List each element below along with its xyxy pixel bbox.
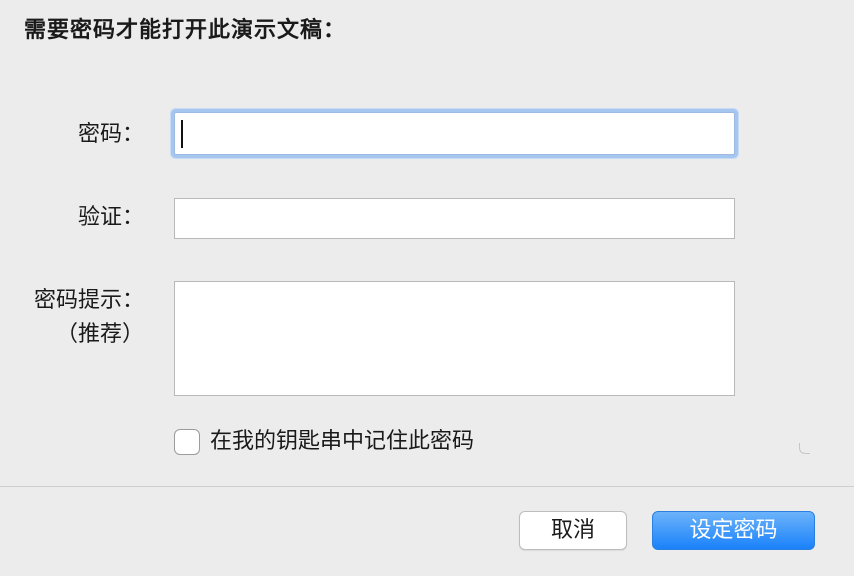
password-hint-textarea[interactable] xyxy=(174,281,735,396)
password-hint-label-line1: 密码提示： xyxy=(33,288,144,313)
dialog-title: 需要密码才能打开此演示文稿： xyxy=(24,18,347,43)
keychain-checkbox-label[interactable]: 在我的钥匙串中记住此密码 xyxy=(210,427,474,457)
password-hint-label: 密码提示： （推荐） xyxy=(14,284,144,352)
password-dialog: 需要密码才能打开此演示文稿： 密码： 验证： 密码提示： （推荐） 在我的钥匙串… xyxy=(0,0,854,576)
password-hint-label-line2: （推荐） xyxy=(55,322,144,347)
resize-grip-icon xyxy=(799,443,810,454)
verify-label: 验证： xyxy=(77,205,144,230)
keychain-checkbox-row[interactable]: 在我的钥匙串中记住此密码 xyxy=(174,426,474,458)
verify-input[interactable] xyxy=(174,198,735,239)
password-input[interactable] xyxy=(174,112,735,155)
password-label: 密码： xyxy=(77,122,144,147)
cancel-button[interactable]: 取消 xyxy=(519,511,627,550)
footer-divider xyxy=(0,486,854,487)
keychain-checkbox[interactable] xyxy=(174,429,200,455)
set-password-button[interactable]: 设定密码 xyxy=(652,511,815,550)
text-cursor xyxy=(181,120,183,148)
